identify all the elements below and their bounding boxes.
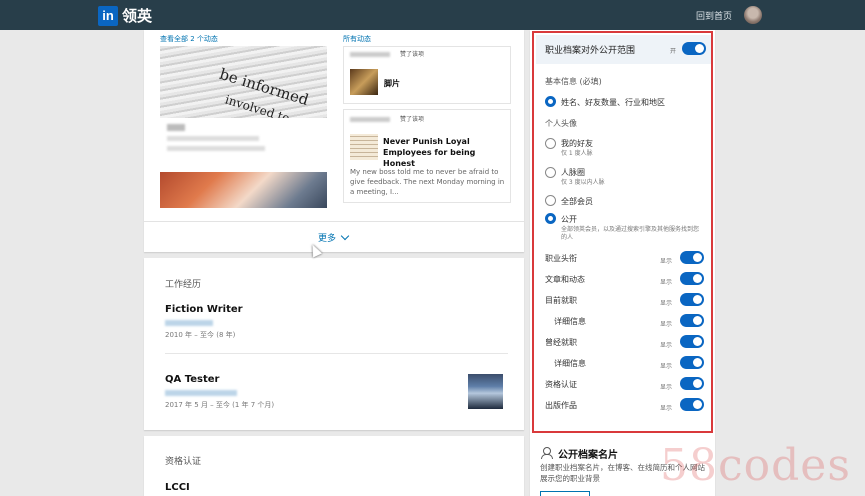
job-dates-1: 2010 年 – 至今 (8 年)	[165, 331, 236, 339]
feed-action: 赞了该项	[400, 51, 425, 58]
photo-label: 个人头像	[545, 119, 577, 128]
article-placeholder-meta	[167, 136, 259, 141]
job-title-1[interactable]: Fiction Writer	[165, 304, 243, 315]
section-label-current-details: 详细信息	[554, 317, 586, 326]
visibility-title: 职业档案对外公开范围	[545, 46, 636, 56]
public-profile-visibility-panel: 职业档案对外公开范围 开 基本信息 (必填) 姓名、好友数量、行业和地区 个人头…	[532, 31, 713, 433]
photo-option-connections[interactable]: 我的好友	[561, 138, 593, 149]
feed-item-2[interactable]: 赞了该项 Never Punish Loyal Employees for be…	[343, 109, 511, 203]
see-all-activity-link[interactable]: 查看全部 2 个动态	[160, 34, 218, 44]
basic-info-label: 基本信息 (必填)	[545, 77, 602, 86]
visibility-header: 职业档案对外公开范围 开	[536, 35, 711, 64]
feed-title-2[interactable]: Never Punish Loyal Employees for being H…	[383, 136, 508, 169]
experience-heading: 工作经历	[165, 280, 202, 290]
certifications-toggle[interactable]	[680, 377, 704, 390]
photo-option-network-radio[interactable]	[545, 167, 556, 178]
feed-author-placeholder	[350, 52, 390, 57]
photo-option-all-members[interactable]: 全部会员	[561, 196, 593, 207]
section-label-publications: 出版作品	[545, 401, 577, 410]
section-state-current-position: 显示	[660, 300, 673, 307]
section-label-past-details: 详细信息	[554, 359, 586, 368]
photo-option-connections-radio[interactable]	[545, 138, 556, 149]
articles-toggle[interactable]	[680, 272, 704, 285]
brand-name: 领英	[122, 7, 153, 25]
linkedin-logo[interactable]: in 领英	[98, 5, 152, 26]
photo-option-public[interactable]: 公开	[561, 214, 577, 225]
feed-body-2: My new boss told me to never be afraid t…	[350, 168, 505, 196]
certification-item-1[interactable]: LCCI	[165, 482, 190, 493]
all-activity-link[interactable]: 所有动态	[343, 34, 371, 44]
show-more-label: 更多	[318, 234, 337, 244]
section-state-current-details: 显示	[660, 321, 673, 328]
section-label-past-positions: 曾经就职	[545, 338, 577, 347]
photo-option-network-sub: 仅 3 度以内人脉	[561, 179, 605, 186]
publications-toggle[interactable]	[680, 398, 704, 411]
more-divider	[144, 221, 524, 222]
basic-info-value: 姓名、好友数量、行业和地区	[561, 98, 665, 107]
section-label-certifications: 资格认证	[545, 380, 577, 389]
job-company-placeholder-2	[165, 390, 237, 396]
section-label-headline: 职业头衔	[545, 254, 577, 263]
photo-option-network[interactable]: 人脉圈	[561, 167, 585, 178]
public-visibility-toggle[interactable]	[682, 42, 706, 55]
section-state-past-details: 显示	[660, 363, 673, 370]
person-icon	[541, 447, 553, 459]
feed-item-1[interactable]: 赞了该项 脚片	[343, 46, 511, 104]
photo-option-connections-sub: 仅 1 度人脉	[561, 150, 593, 157]
certifications-heading: 资格认证	[165, 457, 202, 467]
past-details-toggle[interactable]	[680, 356, 704, 369]
chevron-down-icon	[340, 231, 350, 241]
photo-option-public-radio[interactable]	[545, 213, 556, 224]
section-label-current-position: 目前就职	[545, 296, 577, 305]
current-details-toggle[interactable]	[680, 314, 704, 327]
section-label-articles: 文章和动态	[545, 275, 585, 284]
show-more-button[interactable]: 更多	[318, 231, 350, 244]
current-position-toggle[interactable]	[680, 293, 704, 306]
article-image-book[interactable]	[160, 172, 327, 208]
section-state-certifications: 显示	[660, 384, 673, 391]
badge-title[interactable]: 公开档案名片	[558, 446, 618, 461]
job-company-placeholder-1	[165, 320, 213, 326]
job-media-thumbnail[interactable]	[468, 374, 503, 409]
headline-toggle[interactable]	[680, 251, 704, 264]
section-state-past-positions: 显示	[660, 342, 673, 349]
article-placeholder-title	[167, 124, 185, 131]
section-state-publications: 显示	[660, 405, 673, 412]
user-avatar[interactable]	[744, 6, 762, 24]
visibility-state-label: 开	[670, 48, 677, 55]
feed-thumbnail-1	[350, 69, 378, 95]
feed-author-placeholder-2	[350, 117, 390, 122]
top-navigation-bar: in 领英 回到首页	[0, 0, 865, 30]
badge-action-button[interactable]	[540, 491, 590, 496]
past-positions-toggle[interactable]	[680, 335, 704, 348]
section-state-headline: 显示	[660, 258, 673, 265]
back-to-home-link[interactable]: 回到首页	[696, 9, 732, 22]
job-divider	[165, 353, 508, 354]
feed-title-1[interactable]: 脚片	[384, 78, 400, 89]
article-image-newspaper[interactable]: be informed involved to	[160, 46, 327, 118]
feed-thumbnail-2	[350, 134, 378, 160]
site-watermark: 58codes	[660, 440, 851, 491]
feed-action-2: 赞了该项	[400, 116, 425, 123]
job-dates-2: 2017 年 5 月 – 至今 (1 年 7 个月)	[165, 401, 275, 409]
linkedin-in-icon: in	[98, 5, 118, 26]
section-state-articles: 显示	[660, 279, 673, 286]
job-title-2[interactable]: QA Tester	[165, 374, 219, 385]
basic-info-radio	[545, 96, 556, 107]
article-placeholder-meta-2	[167, 146, 265, 151]
photo-option-all-members-radio[interactable]	[545, 195, 556, 206]
photo-option-public-sub: 全部领英会员，以及通过搜索引擎及其他服务找到您的人	[561, 226, 700, 241]
